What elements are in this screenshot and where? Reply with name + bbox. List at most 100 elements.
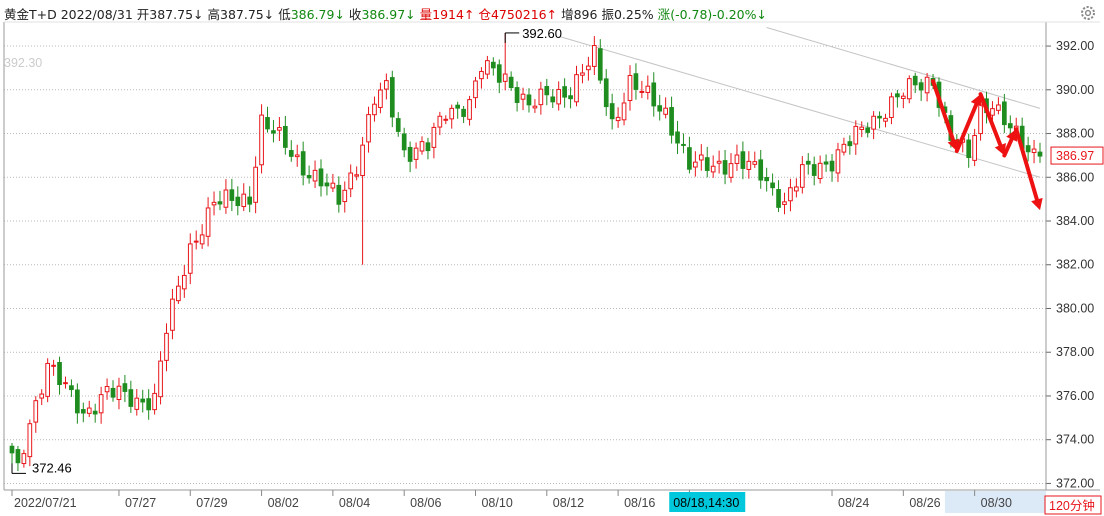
candle-body-up	[734, 154, 740, 164]
candle-body-down	[966, 139, 972, 159]
candle-body-down	[514, 87, 520, 103]
candle-body-up	[473, 80, 478, 99]
candle-body-up	[39, 393, 45, 399]
candle-body-down	[80, 409, 86, 414]
projection-arrow-shaft	[1002, 137, 1014, 158]
candle-body-up	[33, 400, 39, 423]
candle-body-up	[580, 72, 585, 76]
candle-body-up	[591, 45, 597, 67]
x-tick-label: 08/12	[553, 496, 584, 510]
y-tick-label: 384.00	[1056, 214, 1094, 228]
period-label[interactable]: 120分钟	[1049, 498, 1095, 513]
candle-body-down	[508, 76, 514, 89]
candle-body-up	[794, 186, 799, 192]
candle-body-down	[1025, 145, 1031, 153]
candle-body-down	[633, 73, 639, 90]
ghost-price-label: 392.30	[4, 56, 42, 70]
x-tick-label: 08/02	[268, 496, 299, 510]
low-marker-label: 372.46	[32, 460, 72, 475]
candle-body-up	[698, 154, 704, 161]
candle-body-up	[98, 394, 104, 414]
projection-arrow-shaft	[1014, 127, 1039, 202]
candle-body-down	[318, 168, 324, 187]
candle-body-down	[407, 146, 413, 162]
candle-body-down	[461, 108, 466, 117]
y-tick-label: 372.00	[1056, 476, 1094, 490]
candle-body-down	[128, 389, 134, 407]
candle-body-up	[799, 164, 805, 188]
candle-body-down	[229, 189, 235, 201]
x-tick-label: 08/26	[909, 496, 940, 510]
candle-body-up	[574, 74, 579, 103]
candle-body-down	[764, 177, 770, 182]
candle-body-down	[823, 161, 829, 165]
x-tick-label: 08/24	[838, 496, 869, 510]
candle-body-up	[419, 141, 425, 152]
candle-body-down	[300, 151, 306, 176]
y-tick-label: 380.00	[1056, 301, 1094, 315]
candle-body-up	[906, 78, 912, 100]
candlestick-chart[interactable]: 372.00 374.00 376.00 378.00 380.00 382.00 384.…	[0, 0, 1104, 516]
candle-body-down	[550, 96, 556, 103]
candle-body-up	[841, 143, 847, 153]
candle-body-up	[996, 104, 1001, 111]
projection-arrow-shaft	[978, 92, 1003, 148]
x-tick-label: 08/16	[624, 496, 655, 510]
candle-body-up	[104, 386, 110, 393]
candle-body-up	[199, 234, 205, 245]
y-tick-label: 388.00	[1056, 127, 1094, 141]
candle-body-up	[378, 89, 383, 108]
candle-body-down	[271, 130, 276, 134]
candle-body-down	[122, 383, 128, 392]
candle-body-up	[972, 135, 977, 161]
candle-body-down	[829, 160, 835, 172]
candle-body-down	[657, 105, 663, 112]
candle-body-down	[15, 449, 21, 464]
candle-body-up	[556, 88, 562, 105]
x-tick-label: 2022/07/21	[14, 496, 77, 510]
candle-body-up	[158, 360, 163, 398]
candle-body-up	[223, 189, 229, 208]
candle-body-up	[443, 118, 449, 121]
candle-body-up	[1031, 148, 1037, 154]
candle-body-up	[193, 240, 199, 243]
y-tick-label: 390.00	[1056, 83, 1094, 97]
candle-body-down	[675, 131, 680, 144]
candle-body-down	[110, 387, 116, 398]
candle-body-down	[265, 117, 270, 130]
candle-body-up	[883, 117, 888, 122]
candle-body-up	[978, 100, 983, 135]
candle-body-down	[865, 127, 871, 133]
candle-body-down	[722, 160, 728, 175]
candle-body-up	[372, 103, 377, 116]
current-price-label: 386.97	[1056, 149, 1094, 163]
candle-body-down	[669, 107, 674, 136]
x-tick-label: 08/30	[981, 496, 1012, 510]
candle-body-down	[681, 143, 686, 146]
candle-body-up	[532, 105, 538, 109]
candle-body-up	[294, 154, 300, 158]
candle-body-down	[651, 82, 657, 107]
candle-body-down	[568, 95, 573, 100]
candle-body-down	[740, 151, 746, 169]
candle-body-up	[663, 107, 668, 115]
candle-body-down	[288, 150, 294, 157]
projection-arrow-head	[1031, 197, 1043, 211]
candle-body-down	[92, 410, 98, 415]
candle-body-up	[615, 116, 621, 122]
candle-body-down	[758, 159, 764, 181]
candle-body-up	[116, 385, 122, 401]
candle-body-up	[520, 93, 526, 100]
candle-body-down	[247, 196, 253, 205]
candle-body-down	[140, 398, 146, 403]
candle-body-up	[924, 76, 930, 94]
candle-body-down	[1037, 151, 1043, 157]
candle-body-up	[277, 127, 282, 131]
x-tick-label: 07/29	[196, 496, 227, 510]
candle-body-up	[449, 107, 455, 120]
candle-body-up	[788, 187, 793, 202]
candle-body-down	[1007, 123, 1013, 129]
candle-body-up	[639, 90, 645, 93]
candle-body-up	[259, 114, 264, 166]
candle-body-down	[609, 103, 615, 120]
